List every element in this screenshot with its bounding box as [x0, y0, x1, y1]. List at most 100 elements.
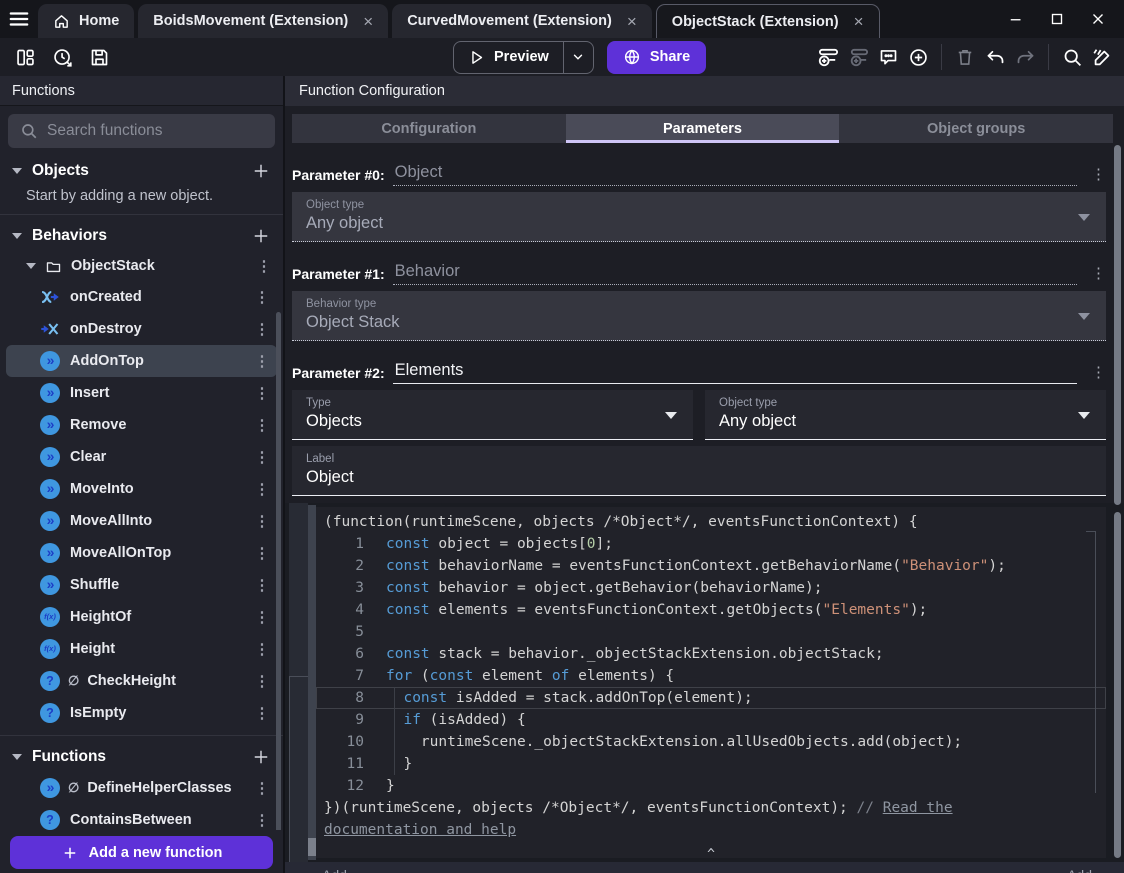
- tab-parameters[interactable]: Parameters: [565, 114, 840, 143]
- share-button[interactable]: Share: [606, 40, 707, 74]
- preview-button[interactable]: Preview: [453, 40, 594, 74]
- chevron-down-icon[interactable]: [26, 263, 36, 269]
- sidebar-scrollbar[interactable]: [276, 312, 281, 830]
- item-menu-icon[interactable]: ⋮: [253, 640, 271, 658]
- field-object-type-select[interactable]: Object type Any object: [292, 192, 1106, 242]
- sidebar-item-addontop[interactable]: » AddOnTop ⋮: [6, 345, 277, 377]
- item-menu-icon[interactable]: ⋮: [253, 448, 271, 466]
- lifecycle-destroy-icon: [40, 319, 60, 339]
- item-menu-icon[interactable]: ⋮: [253, 608, 271, 626]
- item-menu-icon[interactable]: ⋮: [253, 811, 271, 829]
- parameter-menu-icon[interactable]: ⋮: [1091, 363, 1106, 384]
- close-tab-icon[interactable]: ×: [363, 13, 373, 30]
- history-icon[interactable]: [50, 45, 74, 69]
- preview-button-main[interactable]: Preview: [454, 49, 563, 66]
- sidebar-item-height[interactable]: f(x) Height ⋮: [6, 633, 277, 665]
- item-menu-icon[interactable]: ⋮: [253, 704, 271, 722]
- sidebar-item-containsbetween[interactable]: ? ContainsBetween ⋮: [6, 804, 277, 830]
- collapse-caret[interactable]: ^: [316, 844, 1106, 858]
- field-object-type-select[interactable]: Object type Any object: [705, 390, 1106, 440]
- sidebar-item-oncreated[interactable]: onCreated ⋮: [6, 281, 277, 313]
- item-menu-icon[interactable]: ⋮: [253, 672, 271, 690]
- sidebar-item-isempty[interactable]: ? IsEmpty ⋮: [6, 697, 277, 729]
- close-tab-icon[interactable]: ×: [627, 13, 637, 30]
- trash-icon[interactable]: [953, 45, 977, 69]
- edit-pencil-icon[interactable]: [1090, 45, 1114, 69]
- main-menu-icon[interactable]: [0, 0, 38, 38]
- read-documentation-link[interactable]: documentation and help: [324, 822, 516, 838]
- parameters-scrollbar[interactable]: [1114, 145, 1121, 505]
- minimize-button[interactable]: [1000, 6, 1032, 32]
- maximize-button[interactable]: [1041, 6, 1073, 32]
- sidebar-item-insert[interactable]: » Insert ⋮: [6, 377, 277, 409]
- tab-curvedmovement-extension[interactable]: CurvedMovement (Extension) ×: [392, 4, 652, 38]
- item-menu-icon[interactable]: ⋮: [253, 352, 271, 370]
- code-editor-scrollbar[interactable]: [1095, 531, 1096, 793]
- sidebar-item-remove[interactable]: » Remove ⋮: [6, 409, 277, 441]
- item-menu-icon[interactable]: ⋮: [255, 257, 273, 275]
- sidebar-item-definehelperclasses[interactable]: » ∅ DefineHelperClasses ⋮: [6, 772, 277, 804]
- field-type-select[interactable]: Type Objects: [292, 390, 693, 440]
- tab-configuration[interactable]: Configuration: [292, 114, 566, 143]
- sidebar-item-ondestroy[interactable]: onDestroy ⋮: [6, 313, 277, 345]
- add-new-function-button[interactable]: Add a new function: [10, 836, 273, 869]
- search-icon[interactable]: [1060, 45, 1084, 69]
- action-gear-icon: »: [40, 447, 60, 467]
- add-behavior-icon[interactable]: [251, 226, 271, 246]
- sidebar-item-shuffle[interactable]: » Shuffle ⋮: [6, 569, 277, 601]
- close-tab-icon[interactable]: ×: [854, 13, 864, 30]
- panels-layout-icon[interactable]: [13, 45, 37, 69]
- parameter-menu-icon[interactable]: ⋮: [1091, 264, 1106, 285]
- chevron-down-icon[interactable]: [12, 233, 22, 239]
- behavior-group-objectstack[interactable]: ObjectStack ⋮: [0, 251, 283, 281]
- sidebar-item-moveallontop[interactable]: » MoveAllOnTop ⋮: [6, 537, 277, 569]
- code-left-scrollbar[interactable]: [308, 505, 316, 860]
- item-menu-icon[interactable]: ⋮: [253, 416, 271, 434]
- add-function-icon[interactable]: [251, 747, 271, 767]
- sidebar-item-moveinto[interactable]: » MoveInto ⋮: [6, 473, 277, 505]
- section-objects[interactable]: Objects: [0, 156, 283, 186]
- add-object-icon[interactable]: [251, 161, 271, 181]
- item-menu-icon[interactable]: ⋮: [253, 288, 271, 306]
- add-event-icon[interactable]: [816, 45, 840, 69]
- item-menu-icon[interactable]: ⋮: [253, 779, 271, 797]
- section-behaviors[interactable]: Behaviors: [0, 221, 283, 251]
- parameter-menu-icon[interactable]: ⋮: [1091, 165, 1106, 186]
- chevron-down-icon[interactable]: [12, 754, 22, 760]
- parameter-name-input[interactable]: Behavior: [392, 262, 1077, 285]
- parameter-name-input[interactable]: Object: [392, 163, 1077, 186]
- field-label-select[interactable]: Label Object: [292, 446, 1106, 496]
- chevron-down-icon[interactable]: [12, 168, 22, 174]
- item-menu-icon[interactable]: ⋮: [253, 544, 271, 562]
- redo-icon[interactable]: [1013, 45, 1037, 69]
- tab-boidsmovement-extension[interactable]: BoidsMovement (Extension) ×: [138, 4, 389, 38]
- sidebar-item-checkheight[interactable]: ? ∅ CheckHeight ⋮: [6, 665, 277, 697]
- item-menu-icon[interactable]: ⋮: [253, 384, 271, 402]
- add-event-choose-icon[interactable]: [906, 45, 930, 69]
- save-icon[interactable]: [87, 45, 111, 69]
- tab-object-groups[interactable]: Object groups: [839, 114, 1114, 143]
- tab-objectstack-extension[interactable]: ObjectStack (Extension) ×: [655, 4, 880, 38]
- parameter-name-input[interactable]: Elements: [392, 361, 1077, 384]
- item-menu-icon[interactable]: ⋮: [253, 480, 271, 498]
- code-line: 5: [355, 624, 364, 640]
- events-scrollbar[interactable]: [1114, 512, 1121, 858]
- preview-options-chevron-icon[interactable]: [562, 40, 593, 74]
- item-menu-icon[interactable]: ⋮: [253, 512, 271, 530]
- sidebar-item-moveallinto[interactable]: » MoveAllInto ⋮: [6, 505, 277, 537]
- read-documentation-link[interactable]: Read the: [883, 800, 953, 816]
- item-menu-icon[interactable]: ⋮: [253, 320, 271, 338]
- add-subevent-icon[interactable]: [846, 45, 870, 69]
- section-functions[interactable]: Functions: [0, 742, 283, 772]
- add-comment-icon[interactable]: [876, 45, 900, 69]
- field-behavior-type-select[interactable]: Behavior type Object Stack: [292, 291, 1106, 341]
- sidebar-item-clear[interactable]: » Clear ⋮: [6, 441, 277, 473]
- undo-icon[interactable]: [983, 45, 1007, 69]
- search-functions-box[interactable]: [8, 114, 275, 148]
- tab-home[interactable]: Home: [38, 4, 135, 38]
- javascript-code-editor[interactable]: (function(runtimeScene, objects /*Object…: [316, 507, 1106, 858]
- item-menu-icon[interactable]: ⋮: [253, 576, 271, 594]
- close-window-button[interactable]: [1082, 6, 1114, 32]
- search-functions-input[interactable]: [47, 122, 275, 140]
- sidebar-item-heightof[interactable]: f(x) HeightOf ⋮: [6, 601, 277, 633]
